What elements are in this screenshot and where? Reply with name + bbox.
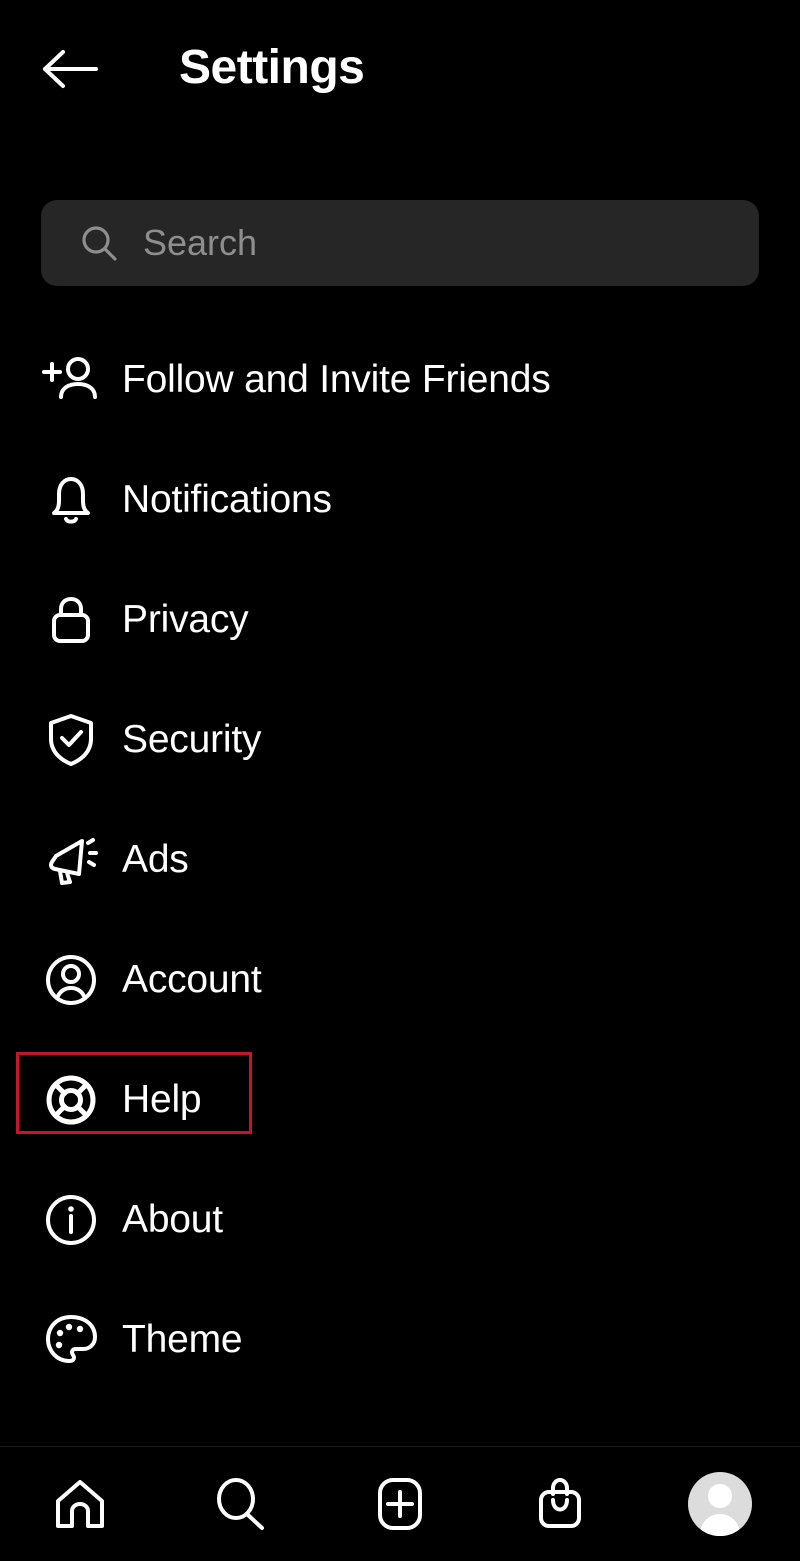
shopping-bag-icon xyxy=(529,1473,591,1535)
back-button[interactable] xyxy=(36,36,104,102)
page-title: Settings xyxy=(179,41,365,94)
menu-item-label: Security xyxy=(122,718,262,761)
menu-item-label: About xyxy=(122,1198,223,1241)
account-circle-icon xyxy=(40,949,102,1011)
info-circle-icon xyxy=(40,1189,102,1251)
person-add-icon xyxy=(40,349,102,411)
search-bar[interactable] xyxy=(41,200,759,286)
avatar-head xyxy=(708,1484,732,1508)
avatar-body xyxy=(700,1514,740,1536)
menu-item-security[interactable]: Security xyxy=(0,680,800,800)
search-input[interactable] xyxy=(143,222,703,264)
menu-item-about[interactable]: About xyxy=(0,1160,800,1280)
menu-item-account[interactable]: Account xyxy=(0,920,800,1040)
menu-item-label: Help xyxy=(122,1078,202,1121)
menu-item-label: Ads xyxy=(122,838,189,881)
megaphone-icon xyxy=(40,829,102,891)
bell-icon xyxy=(40,469,102,531)
shield-check-icon xyxy=(40,709,102,771)
lock-icon xyxy=(40,589,102,651)
menu-item-label: Account xyxy=(122,958,262,1001)
menu-item-privacy[interactable]: Privacy xyxy=(0,560,800,680)
bottom-navigation-bar xyxy=(0,1447,800,1561)
palette-icon xyxy=(40,1309,102,1371)
menu-item-help[interactable]: Help xyxy=(0,1040,800,1160)
menu-item-label: Follow and Invite Friends xyxy=(122,358,551,401)
nav-item-create[interactable] xyxy=(320,1447,480,1561)
nav-item-shop[interactable] xyxy=(480,1447,640,1561)
nav-item-profile[interactable] xyxy=(640,1447,800,1561)
menu-item-label: Notifications xyxy=(122,478,332,521)
avatar-icon xyxy=(688,1472,752,1536)
menu-item-ads[interactable]: Ads xyxy=(0,800,800,920)
search-icon xyxy=(209,1473,271,1535)
home-icon xyxy=(49,1473,111,1535)
menu-item-theme[interactable]: Theme xyxy=(0,1280,800,1400)
life-ring-icon xyxy=(40,1069,102,1131)
menu-item-label: Privacy xyxy=(122,598,249,641)
header: Settings xyxy=(0,0,800,140)
settings-menu: Follow and Invite Friends Notifications … xyxy=(0,320,800,1400)
nav-item-search[interactable] xyxy=(160,1447,320,1561)
arrow-left-icon xyxy=(41,48,99,90)
plus-square-icon xyxy=(369,1473,431,1535)
menu-item-notifications[interactable]: Notifications xyxy=(0,440,800,560)
nav-item-home[interactable] xyxy=(0,1447,160,1561)
search-icon xyxy=(79,223,119,263)
menu-item-label: Theme xyxy=(122,1318,243,1361)
settings-screen: Settings Follow and Invite Friends xyxy=(0,0,800,1561)
menu-item-follow-and-invite-friends[interactable]: Follow and Invite Friends xyxy=(0,320,800,440)
